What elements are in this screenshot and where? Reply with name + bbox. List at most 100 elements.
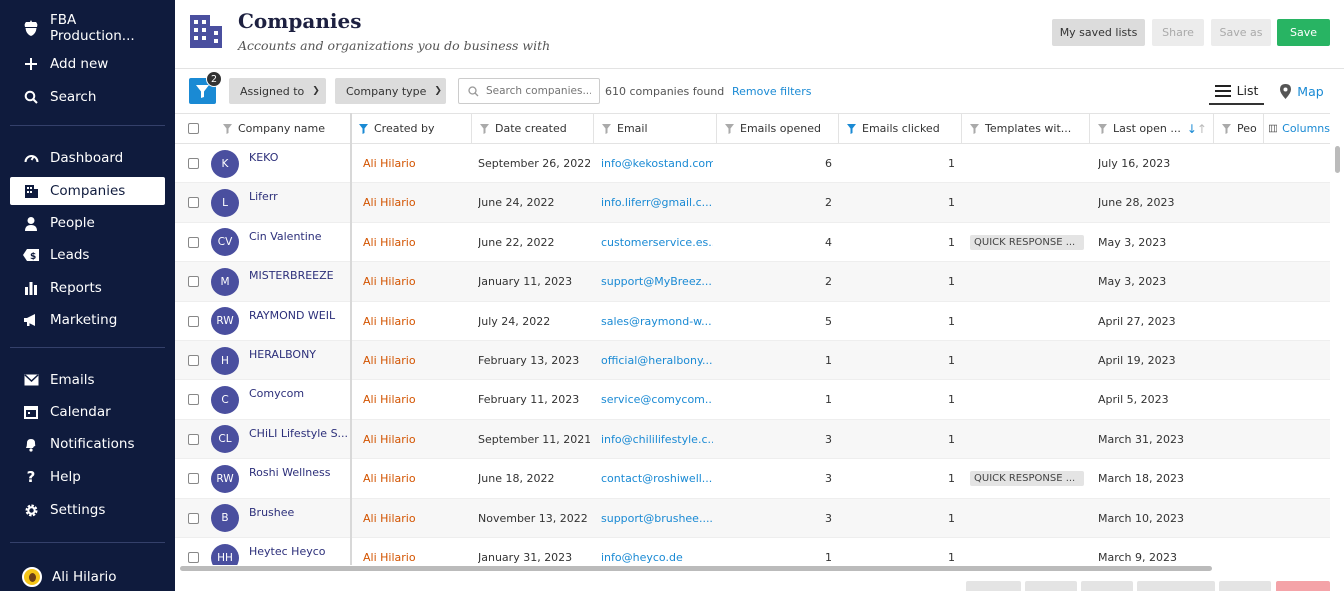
row-checkbox[interactable] (188, 355, 199, 366)
created-by[interactable]: Ali Hilario (363, 380, 468, 419)
column-date-created[interactable]: Date created (472, 114, 594, 143)
table-row[interactable]: CV Cin Valentine Ali Hilario June 22, 2022 c… (175, 223, 1330, 263)
template-tag[interactable]: QUICK RESPONSE ... (970, 234, 1084, 250)
columns-button[interactable]: Columns (1264, 114, 1330, 143)
search-button[interactable]: Search (10, 83, 165, 111)
created-by[interactable]: Ali Hilario (363, 420, 468, 459)
company-name[interactable]: RAYMOND WEIL (249, 302, 349, 341)
sidebar-item-notifications[interactable]: Notifications (10, 430, 165, 458)
sidebar-item-marketing[interactable]: Marketing (10, 306, 165, 334)
column-templates[interactable]: Templates wit... (962, 114, 1090, 143)
email-link[interactable]: support@MyBreez... (601, 262, 713, 301)
add-new-button[interactable]: Add new (10, 50, 165, 78)
save-as-button[interactable]: Save as (1211, 19, 1271, 46)
table-row[interactable]: HH Heytec Heyco Ali Hilario January 31, 202… (175, 538, 1330, 565)
table-row[interactable]: K KEKO Ali Hilario September 26, 2022 info@k… (175, 144, 1330, 184)
column-people[interactable]: Peo (1214, 114, 1264, 143)
sidebar-item-reports[interactable]: Reports (10, 274, 165, 302)
column-created-by[interactable]: Created by (351, 114, 472, 143)
select-all-checkbox[interactable] (188, 123, 199, 134)
sidebar-item-people[interactable]: People (10, 209, 165, 237)
pagination-button[interactable] (1081, 581, 1133, 591)
created-by[interactable]: Ali Hilario (363, 223, 468, 262)
search-input[interactable] (486, 85, 591, 97)
pagination-button[interactable] (966, 581, 1021, 591)
email-link[interactable]: info.liferr@gmail.c... (601, 183, 713, 222)
table-row[interactable]: CL CHiLI Lifestyle S... Ali Hilario Septemb… (175, 419, 1330, 460)
company-type-dropdown[interactable]: Company type ❯ (335, 78, 446, 104)
row-checkbox[interactable] (188, 315, 199, 327)
created-by[interactable]: Ali Hilario (363, 538, 468, 565)
email-link[interactable]: service@comycom.... (601, 380, 713, 419)
created-by[interactable]: Ali Hilario (363, 341, 468, 380)
row-checkbox[interactable] (188, 473, 199, 485)
company-name[interactable]: Roshi Wellness (249, 459, 349, 498)
pagination-button[interactable] (1137, 581, 1215, 591)
company-name[interactable]: KEKO (249, 144, 349, 183)
created-by[interactable]: Ali Hilario (363, 302, 468, 341)
table-row[interactable]: RW RAYMOND WEIL Ali Hilario July 24, 2022 sa… (175, 302, 1330, 341)
pagination-button[interactable] (1025, 581, 1077, 591)
vertical-scrollbar[interactable] (1335, 146, 1340, 173)
created-by[interactable]: Ali Hilario (363, 262, 468, 301)
sidebar-item-dashboard[interactable]: Dashboard (10, 144, 165, 172)
pagination-button[interactable] (1219, 581, 1271, 591)
column-email[interactable]: Email (594, 114, 717, 143)
company-name[interactable]: Liferr (249, 183, 349, 222)
company-name[interactable]: MISTERBREEZE (249, 262, 349, 301)
my-saved-lists-button[interactable]: My saved lists (1052, 19, 1145, 46)
sidebar-item-companies[interactable]: Companies (10, 177, 165, 205)
share-button[interactable]: Share (1152, 19, 1204, 46)
template-tag[interactable]: QUICK RESPONSE ... (970, 471, 1084, 487)
email-link[interactable]: sales@raymond-w... (601, 302, 713, 341)
company-name[interactable]: Brushee (249, 499, 349, 538)
row-checkbox[interactable] (188, 158, 199, 169)
email-link[interactable]: official@heralbony.... (601, 341, 713, 380)
company-name[interactable]: CHiLI Lifestyle S... (249, 420, 349, 459)
created-by[interactable]: Ali Hilario (363, 499, 468, 538)
email-link[interactable]: customerservice.es... (601, 223, 713, 262)
email-link[interactable]: support@brushee.... (601, 499, 713, 538)
email-link[interactable]: info@chililifestyle.c... (601, 420, 713, 459)
company-name[interactable]: Cin Valentine (249, 223, 349, 262)
sidebar-item-leads[interactable]: $ Leads (10, 241, 165, 269)
row-checkbox[interactable] (188, 236, 199, 248)
column-emails-clicked[interactable]: Emails clicked (839, 114, 962, 143)
company-name[interactable]: Heytec Heyco (249, 538, 349, 565)
column-last-open[interactable]: Last open ... ↓↑ (1090, 114, 1214, 143)
table-row[interactable]: B Brushee Ali Hilario November 13, 2022 supp… (175, 498, 1330, 538)
email-link[interactable]: info@heyco.de (601, 538, 713, 565)
created-by[interactable]: Ali Hilario (363, 459, 468, 498)
company-name[interactable]: HERALBONY (249, 341, 349, 380)
row-checkbox[interactable] (188, 552, 199, 563)
horizontal-scrollbar[interactable] (180, 566, 1212, 571)
table-row[interactable]: L Liferr Ali Hilario June 24, 2022 info.life… (175, 183, 1330, 223)
sidebar-item-settings[interactable]: Settings (10, 496, 165, 524)
map-view-tab[interactable]: Map (1272, 78, 1332, 105)
column-emails-opened[interactable]: Emails opened (717, 114, 839, 143)
sort-descending-icon[interactable]: ↓↑ (1187, 122, 1207, 136)
row-checkbox[interactable] (188, 197, 199, 209)
pagination-button[interactable] (1276, 581, 1330, 591)
column-company-name[interactable]: Company name (212, 114, 351, 143)
list-view-tab[interactable]: List (1209, 78, 1264, 105)
email-link[interactable]: info@kekostand.com (601, 144, 713, 183)
sidebar-item-emails[interactable]: Emails (10, 366, 165, 394)
sidebar-item-calendar[interactable]: Calendar (10, 398, 165, 426)
row-checkbox[interactable] (188, 512, 199, 524)
company-name[interactable]: Comycom (249, 380, 349, 419)
table-row[interactable]: H HERALBONY Ali Hilario February 13, 2023 of… (175, 341, 1330, 381)
user-profile[interactable]: Ali Hilario (10, 563, 165, 591)
created-by[interactable]: Ali Hilario (363, 183, 468, 222)
created-by[interactable]: Ali Hilario (363, 144, 468, 183)
table-row[interactable]: M MISTERBREEZE Ali Hilario January 11, 2023… (175, 262, 1330, 302)
email-link[interactable]: contact@roshiwell... (601, 459, 713, 498)
org-switcher[interactable]: FBA Production... (10, 12, 165, 44)
sidebar-item-help[interactable]: ? Help (10, 463, 165, 491)
row-checkbox[interactable] (188, 276, 199, 288)
assigned-to-dropdown[interactable]: Assigned to ❯ (229, 78, 326, 104)
row-checkbox[interactable] (188, 433, 199, 445)
row-checkbox[interactable] (188, 394, 199, 406)
table-row[interactable]: RW Roshi Wellness Ali Hilario June 18, 2022… (175, 459, 1330, 499)
save-button[interactable]: Save (1277, 19, 1330, 46)
